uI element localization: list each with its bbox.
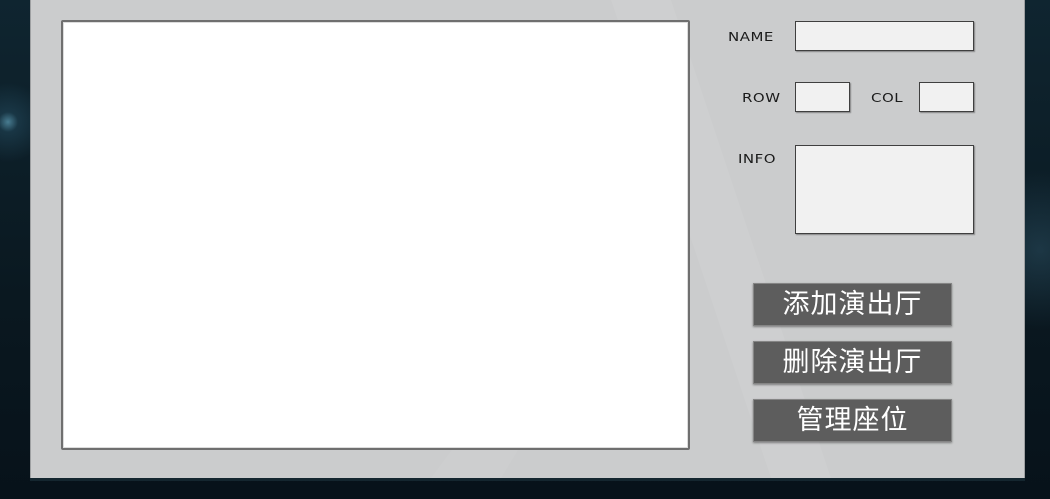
row-field[interactable] xyxy=(795,82,850,112)
col-field[interactable] xyxy=(919,82,974,112)
col-label: COL xyxy=(871,90,904,106)
delete-studio-button[interactable]: 删除演出厅 xyxy=(753,341,952,384)
info-field[interactable] xyxy=(795,145,974,234)
manage-seats-button[interactable]: 管理座位 xyxy=(753,399,952,442)
add-studio-button[interactable]: 添加演出厅 xyxy=(753,283,952,326)
studio-list[interactable] xyxy=(61,20,690,450)
info-label: INFO xyxy=(738,151,777,167)
name-label: NAME xyxy=(728,29,774,45)
row-label: ROW xyxy=(742,90,781,106)
studio-management-panel: NAME ROW COL INFO 添加演出厅 删除演出厅 管理座位 xyxy=(30,0,1025,478)
name-field[interactable] xyxy=(795,21,974,51)
